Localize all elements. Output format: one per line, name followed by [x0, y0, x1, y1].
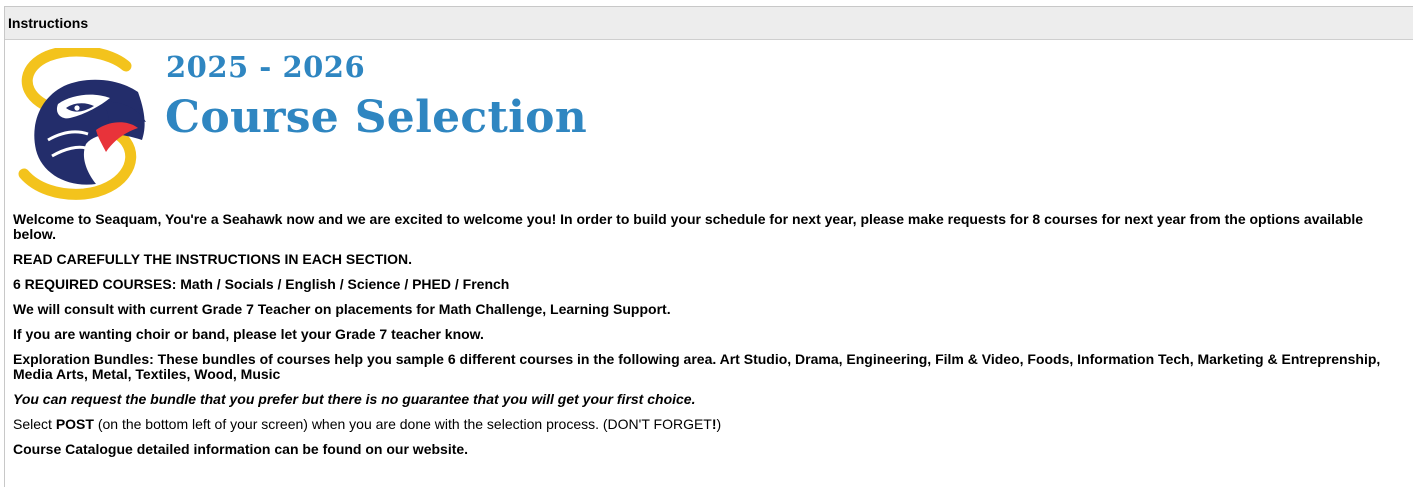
seahawk-logo-icon [18, 48, 146, 200]
required-courses-text: 6 REQUIRED COURSES: Math / Socials / Eng… [13, 276, 510, 292]
guarantee-text: You can request the bundle that you pref… [13, 391, 696, 407]
post-middle: (on the bottom left of your screen) when… [93, 416, 712, 432]
post-keyword: POST [55, 416, 94, 432]
school-year: 2025 - 2026 [166, 50, 366, 84]
panel-header: Instructions [5, 7, 1413, 40]
post-prefix: Select [13, 416, 56, 432]
hero-banner: 2025 - 2026 Course Selection [5, 40, 1413, 203]
catalogue-text: Course Catalogue detailed information ca… [13, 441, 469, 457]
instructions-panel: Instructions 2025 - 2026 Course Selectio… [4, 6, 1413, 487]
choir-band-text: If you are wanting choir or band, please… [13, 326, 484, 342]
welcome-text: Welcome to Seaquam, You're a Seahawk now… [13, 211, 1364, 242]
read-carefully-text: READ CAREFULLY THE INSTRUCTIONS IN EACH … [13, 251, 413, 267]
post-end: ) [716, 416, 722, 432]
page-title: Course Selection [165, 92, 588, 143]
post-instruction: Select POST (on the bottom left of your … [13, 417, 1403, 432]
instructions-content: Welcome to Seaquam, You're a Seahawk now… [5, 212, 1413, 457]
consult-text: We will consult with current Grade 7 Tea… [13, 301, 671, 317]
exploration-bundles-text: Exploration Bundles: These bundles of co… [13, 351, 1381, 382]
